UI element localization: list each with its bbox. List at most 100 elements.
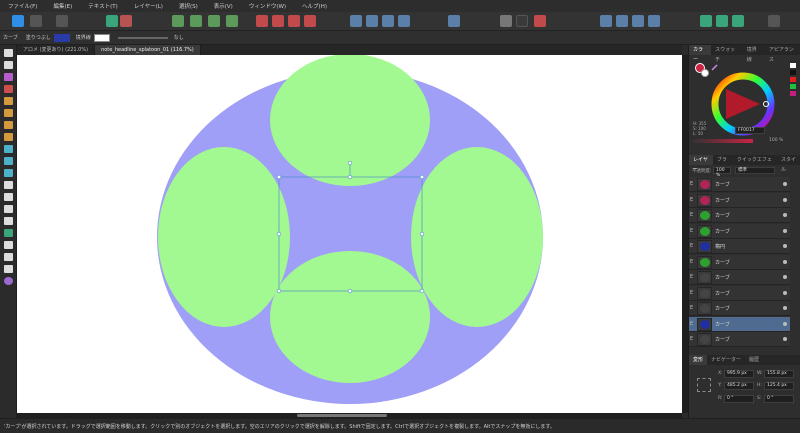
handle-top-right[interactable] xyxy=(419,174,425,180)
insert-behind-icon[interactable] xyxy=(208,15,220,27)
layer-expand-icon[interactable]: E xyxy=(690,321,693,327)
handle-top-left[interactable] xyxy=(276,174,282,180)
rotate-right-icon[interactable] xyxy=(398,15,410,27)
y-position-input[interactable]: 485.2 px xyxy=(724,382,754,390)
snapping-grid-icon[interactable] xyxy=(500,15,512,27)
handle-bottom[interactable] xyxy=(347,288,353,294)
layer-visibility-toggle[interactable] xyxy=(783,244,787,248)
ellipse-tool-icon[interactable] xyxy=(4,205,13,213)
height-input[interactable]: 125.4 px xyxy=(764,382,794,390)
layer-expand-icon[interactable]: E xyxy=(690,212,693,218)
node-tool-icon[interactable] xyxy=(4,61,13,69)
handle-bottom-right[interactable] xyxy=(419,288,425,294)
circle-bottom[interactable] xyxy=(270,251,430,383)
designer-persona-icon[interactable] xyxy=(12,15,24,27)
insert-top-icon[interactable] xyxy=(226,15,238,27)
layer-row[interactable]: E カーブ xyxy=(689,316,790,332)
corner-tool-icon[interactable] xyxy=(4,145,13,153)
eyedropper-icon[interactable] xyxy=(711,63,719,71)
layer-visibility-toggle[interactable] xyxy=(783,337,787,341)
tab-swatches[interactable]: スウォッチ xyxy=(711,45,743,63)
menu-help[interactable]: ヘルプ(H) xyxy=(294,2,335,10)
layer-visibility-toggle[interactable] xyxy=(783,182,787,186)
hex-input[interactable]: FF0017 xyxy=(735,127,765,134)
tab-transform[interactable]: 変形 xyxy=(689,355,708,365)
menu-file[interactable]: ファイル(F) xyxy=(0,2,45,10)
color-picker-tool-icon[interactable] xyxy=(4,85,13,93)
layer-row[interactable]: E カーブ xyxy=(689,285,790,301)
stroke-swatch[interactable] xyxy=(93,33,110,42)
color-triangle[interactable] xyxy=(726,89,760,119)
x-position-input[interactable]: 995.9 px xyxy=(724,370,754,378)
layer-visibility-toggle[interactable] xyxy=(783,321,787,326)
settings-gear-icon[interactable] xyxy=(106,15,118,27)
horizontal-scroll-thumb[interactable] xyxy=(297,414,387,417)
snap-icon[interactable] xyxy=(120,15,132,27)
shape-tool-icon[interactable] xyxy=(4,217,13,225)
rotate-handle[interactable] xyxy=(347,160,353,166)
transparency-tool-icon[interactable] xyxy=(4,157,13,165)
fill-swatch[interactable] xyxy=(53,33,70,42)
flip-horizontal-icon[interactable] xyxy=(350,15,362,27)
layer-visibility-toggle[interactable] xyxy=(783,259,787,264)
preferences-icon[interactable] xyxy=(716,15,728,27)
crop-tool-icon[interactable] xyxy=(4,181,13,189)
layer-row[interactable]: E カーブ xyxy=(689,301,790,316)
tab-document-splatoon[interactable]: note_headline_splatoon_01 (116.7%) xyxy=(95,45,201,55)
view-mode-icon[interactable] xyxy=(732,15,744,27)
handle-top[interactable] xyxy=(347,174,353,180)
flip-vertical-icon[interactable] xyxy=(366,15,378,27)
layer-visibility-toggle[interactable] xyxy=(783,213,787,217)
layer-expand-icon[interactable]: E xyxy=(690,274,693,280)
layer-row[interactable]: E 楕円 xyxy=(689,239,790,254)
stroke-color-swatch[interactable] xyxy=(701,69,709,77)
tab-appearance[interactable]: アピアランス xyxy=(765,45,800,63)
arrange-back-icon[interactable] xyxy=(632,15,644,27)
layer-visibility-toggle[interactable] xyxy=(783,290,787,295)
insert-icon[interactable] xyxy=(172,15,184,27)
text-tool-icon[interactable] xyxy=(4,229,13,237)
boolean-divide-icon[interactable] xyxy=(304,15,316,27)
layer-row[interactable]: E カーブ xyxy=(689,254,790,270)
place-image-tool-icon[interactable] xyxy=(4,169,13,177)
circle-left[interactable] xyxy=(158,147,290,327)
layer-row[interactable]: E カーブ xyxy=(689,332,790,347)
pixel-persona-icon[interactable] xyxy=(30,15,42,27)
arrange-forward-icon[interactable] xyxy=(616,15,628,27)
layer-row[interactable]: E カーブ xyxy=(689,192,790,208)
layer-expand-icon[interactable]: E xyxy=(690,259,693,265)
vector-brush-tool-icon[interactable] xyxy=(4,133,13,141)
handle-bottom-left[interactable] xyxy=(276,288,282,294)
rectangle-tool-icon[interactable] xyxy=(4,193,13,201)
frame-text-tool-icon[interactable] xyxy=(4,241,13,249)
export-persona-icon[interactable] xyxy=(56,15,68,27)
layer-expand-icon[interactable]: E xyxy=(690,290,693,296)
boolean-add-icon[interactable] xyxy=(256,15,268,27)
tab-brushes[interactable]: ブラシ xyxy=(713,155,733,173)
layer-expand-icon[interactable]: E xyxy=(690,243,693,249)
circle-right[interactable] xyxy=(411,147,543,327)
shear-input[interactable]: 0 ° xyxy=(764,395,794,403)
align-icon[interactable] xyxy=(448,15,460,27)
layer-expand-icon[interactable]: E xyxy=(690,305,693,311)
zoom-tool-icon[interactable] xyxy=(4,265,13,273)
move-tool-icon[interactable] xyxy=(4,49,13,57)
opacity-slider[interactable] xyxy=(693,139,753,143)
tab-styles[interactable]: スタイル xyxy=(777,155,800,173)
rotation-input[interactable]: 0 ° xyxy=(724,395,754,403)
layer-expand-icon[interactable]: E xyxy=(690,336,693,342)
pen-tool-icon[interactable] xyxy=(4,109,13,117)
tab-color[interactable]: カラー xyxy=(689,45,712,63)
stroke-width-slider[interactable] xyxy=(117,36,168,39)
menu-layer[interactable]: レイヤー(L) xyxy=(126,2,171,10)
insert-inside-icon[interactable] xyxy=(190,15,202,27)
boolean-intersect-icon[interactable] xyxy=(288,15,300,27)
arrange-icon[interactable] xyxy=(600,15,612,27)
fill-tool-icon[interactable] xyxy=(4,97,13,105)
layer-expand-icon[interactable]: E xyxy=(690,197,693,203)
menu-text[interactable]: テキスト(T) xyxy=(80,2,126,10)
menu-select[interactable]: 選択(S) xyxy=(171,2,206,10)
canvas[interactable] xyxy=(17,55,682,413)
layer-row[interactable]: E カーブ xyxy=(689,223,790,239)
view-tool-icon[interactable] xyxy=(4,253,13,261)
